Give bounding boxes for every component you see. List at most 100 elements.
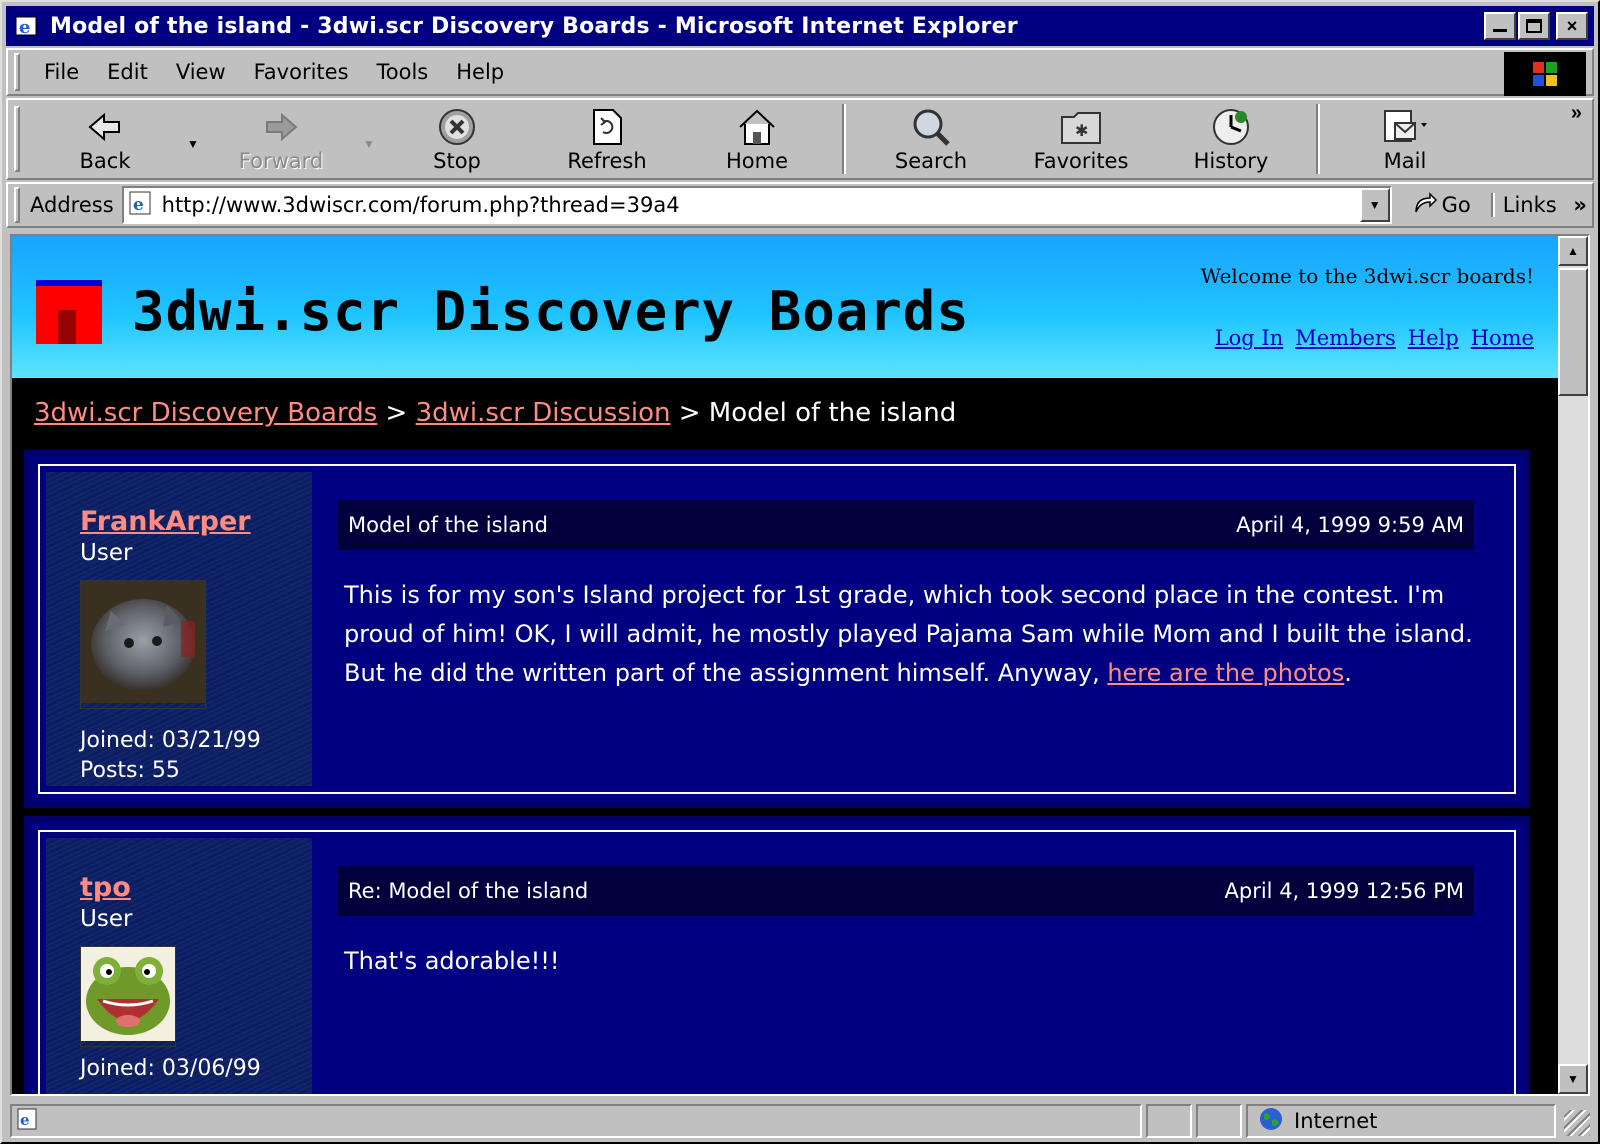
svg-text:✱: ✱	[1075, 121, 1088, 140]
page-icon: e	[16, 1107, 40, 1136]
links-more-chevron-icon[interactable]: »	[1573, 193, 1587, 217]
go-label: Go	[1441, 193, 1471, 217]
status-main-pane: e	[10, 1104, 1142, 1138]
address-bar: Address e http://www.3dwiscr.com/forum.p…	[6, 182, 1594, 228]
address-input[interactable]: e http://www.3dwiscr.com/forum.php?threa…	[121, 186, 1392, 224]
page-content: 3dwi.scr Discovery Boards Welcome to the…	[12, 236, 1560, 1094]
page-icon: e	[128, 190, 154, 221]
status-pane	[1146, 1104, 1192, 1138]
author-role: User	[80, 540, 133, 566]
header-nav: Log In Members Help Home	[1215, 326, 1534, 350]
status-pane	[1196, 1104, 1242, 1138]
security-zone-pane: Internet	[1246, 1104, 1556, 1138]
back-dropdown-icon[interactable]: ▼	[180, 100, 206, 178]
menu-grip	[14, 53, 20, 91]
chevron-down-icon: ▼	[1567, 1072, 1579, 1086]
history-button[interactable]: History	[1156, 100, 1306, 178]
forum-post: FrankArper User Joined: 03/21/99 Posts: …	[24, 450, 1530, 808]
menu-bar: File Edit View Favorites Tools Help	[6, 48, 1594, 96]
mail-icon	[1381, 105, 1429, 149]
breadcrumb-separator: >	[385, 398, 408, 428]
scroll-down-button[interactable]: ▼	[1558, 1064, 1588, 1094]
vertical-scrollbar[interactable]: ▲ ▼	[1558, 236, 1588, 1094]
scroll-up-button[interactable]: ▲	[1558, 236, 1588, 266]
menu-help[interactable]: Help	[442, 56, 518, 88]
post-body: This is for my son's Island project for …	[344, 581, 1473, 687]
window-title: Model of the island - 3dwi.scr Discovery…	[50, 13, 1018, 39]
author-name-link[interactable]: tpo	[80, 872, 131, 903]
menu-view[interactable]: View	[162, 56, 240, 88]
address-url[interactable]: http://www.3dwiscr.com/forum.php?thread=…	[162, 193, 680, 217]
author-post-count: Posts: 55	[80, 758, 180, 783]
author-role: User	[80, 906, 133, 932]
svg-text:e: e	[19, 17, 30, 38]
maximize-button[interactable]	[1518, 12, 1550, 40]
breadcrumb-forum-link[interactable]: 3dwi.scr Discussion	[416, 398, 671, 428]
stop-icon	[438, 105, 476, 149]
back-button[interactable]: Back	[30, 100, 180, 178]
post-subject: Model of the island	[348, 513, 548, 537]
nav-home-link[interactable]: Home	[1471, 326, 1534, 350]
svg-text:e: e	[133, 195, 144, 215]
post-subject: Re: Model of the island	[348, 879, 589, 903]
site-logo	[36, 280, 102, 344]
post-date: April 4, 1999 9:59 AM	[1236, 513, 1464, 537]
globe-icon	[1258, 1106, 1284, 1137]
forward-dropdown-icon[interactable]: ▼	[356, 100, 382, 178]
home-button[interactable]: Home	[682, 100, 832, 178]
resize-grip[interactable]	[1564, 1110, 1590, 1136]
links-label: Links	[1502, 193, 1557, 217]
refresh-button[interactable]: Refresh	[532, 100, 682, 178]
breadcrumb-root-link[interactable]: 3dwi.scr Discovery Boards	[34, 398, 377, 428]
favorites-button[interactable]: ✱ Favorites	[1006, 100, 1156, 178]
scroll-thumb[interactable]	[1558, 268, 1588, 396]
nav-help-link[interactable]: Help	[1408, 326, 1459, 350]
post-frame: tpo User Joined: 03/06/99 Re: Model of t…	[38, 830, 1516, 1094]
menu-file[interactable]: File	[30, 56, 93, 88]
avatar	[80, 946, 176, 1047]
chevron-down-icon: ▼	[1368, 198, 1381, 212]
svg-text:e: e	[20, 1111, 30, 1129]
breadcrumb-separator: >	[678, 398, 701, 428]
stop-button[interactable]: Stop	[382, 100, 532, 178]
menu-tools[interactable]: Tools	[363, 56, 443, 88]
history-clock-icon	[1211, 105, 1251, 149]
close-icon: ×	[1566, 15, 1578, 36]
forward-arrow-icon	[264, 105, 298, 149]
post-header: Model of the island April 4, 1999 9:59 A…	[338, 500, 1474, 550]
search-button[interactable]: Search	[856, 100, 1006, 178]
toolbar-more-chevron-icon[interactable]: »	[1571, 102, 1582, 125]
post-author-pane: FrankArper User Joined: 03/21/99 Posts: …	[46, 472, 312, 786]
favorites-folder-icon: ✱	[1060, 105, 1102, 149]
address-dropdown-button[interactable]: ▼	[1359, 188, 1390, 222]
forum-post: tpo User Joined: 03/06/99 Re: Model of t…	[24, 816, 1530, 1094]
site-title: 3dwi.scr Discovery Boards	[132, 280, 970, 343]
author-name-link[interactable]: FrankArper	[80, 506, 251, 537]
menu-edit[interactable]: Edit	[93, 56, 162, 88]
author-joined: Joined: 03/21/99	[80, 728, 261, 753]
go-button[interactable]: Go	[1412, 191, 1471, 219]
site-header: 3dwi.scr Discovery Boards Welcome to the…	[12, 236, 1560, 378]
minimize-button[interactable]	[1484, 12, 1516, 40]
zone-label: Internet	[1294, 1109, 1378, 1133]
nav-login-link[interactable]: Log In	[1215, 326, 1284, 350]
ie-icon: e	[12, 11, 42, 41]
avatar	[80, 580, 206, 709]
toolbar-separator	[842, 104, 846, 174]
breadcrumb-current: Model of the island	[708, 398, 957, 428]
breadcrumb: 3dwi.scr Discovery Boards > 3dwi.scr Dis…	[34, 398, 956, 428]
refresh-icon	[591, 105, 623, 149]
close-button[interactable]: ×	[1556, 12, 1588, 40]
status-bar: e Internet	[6, 1102, 1594, 1140]
menu-favorites[interactable]: Favorites	[240, 56, 363, 88]
nav-members-link[interactable]: Members	[1295, 326, 1396, 350]
chevron-up-icon: ▲	[1567, 244, 1579, 258]
forward-button[interactable]: Forward	[206, 100, 356, 178]
address-label: Address	[30, 193, 114, 217]
toolbar-separator	[1316, 104, 1320, 174]
mail-button[interactable]: Mail	[1330, 100, 1480, 178]
welcome-text: Welcome to the 3dwi.scr boards!	[1200, 264, 1534, 288]
photos-link[interactable]: here are the photos	[1107, 659, 1344, 687]
address-grip	[14, 187, 20, 223]
links-toolbar[interactable]: Links »	[1490, 193, 1587, 217]
